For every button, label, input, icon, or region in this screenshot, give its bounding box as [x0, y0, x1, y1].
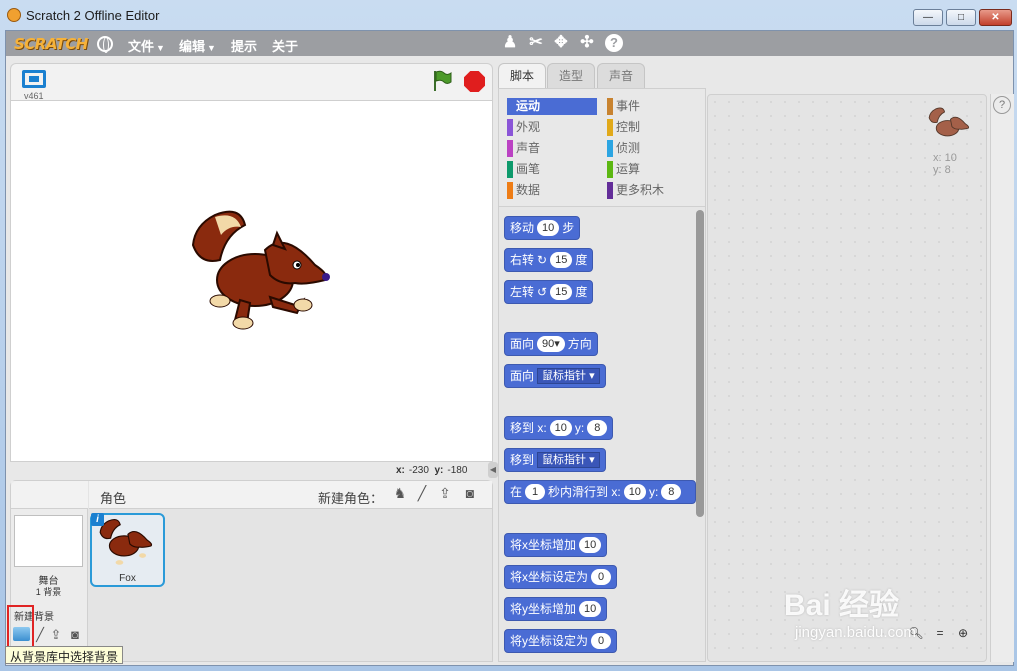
new-sprite-label: 新建角色： [318, 491, 384, 506]
sprites-header [89, 481, 492, 509]
maximize-button[interactable]: □ [946, 9, 976, 26]
fox-sprite-on-stage[interactable] [185, 205, 335, 340]
category-sensing[interactable]: 侦测 [607, 140, 697, 157]
turn-right-icon: ↻ [537, 253, 548, 267]
sprite-y-readout: y: 8 [933, 164, 951, 176]
stage-column-header [11, 481, 88, 509]
category-looks[interactable]: 外观 [507, 119, 597, 136]
block-set-y[interactable]: 将y坐标设定为 0 [504, 629, 618, 653]
menu-tips[interactable]: 提示 [231, 36, 257, 55]
category-data[interactable]: 数据 [507, 182, 597, 199]
sprite-info-icon[interactable]: i [91, 513, 104, 526]
sprites-title: 角色 [100, 491, 127, 506]
block-goto[interactable]: 移到 鼠标指针 ▾ [504, 448, 606, 472]
watermark-url: jingyan.baidu.com [795, 624, 916, 641]
paint-brush-icon[interactable]: ╱ [413, 485, 431, 503]
sprite-library-icon[interactable]: ♞ [391, 485, 409, 503]
zoom-in-icon[interactable]: ⊕ [955, 625, 971, 641]
category-motion[interactable]: 运动 [507, 98, 597, 115]
stage-header [10, 63, 493, 100]
language-globe-icon[interactable] [97, 36, 113, 53]
sprite-name: Fox [119, 573, 136, 584]
tooltip: 从背景库中选择背景 [5, 646, 124, 664]
stage-thumbnail[interactable] [14, 515, 83, 567]
fox-thumbnail [99, 519, 153, 565]
scripts-area[interactable] [707, 94, 987, 662]
scratch-cat-icon [7, 8, 21, 22]
highlight-box [7, 605, 34, 648]
block-goto-xy[interactable]: 移到 x: 10 y: 8 [504, 416, 614, 440]
category-events[interactable]: 事件 [607, 98, 697, 115]
category-operators[interactable]: 运算 [607, 161, 697, 178]
menu-file[interactable]: 文件 ▼ [128, 36, 165, 55]
block-point-direction[interactable]: 面向 90▾ 方向 [504, 332, 598, 356]
window-title: Scratch 2 Offline Editor [26, 8, 160, 23]
tab-costumes[interactable]: 造型 [547, 63, 595, 89]
paint-backdrop-icon[interactable]: ╱ [32, 627, 48, 642]
help-panel [990, 94, 1014, 662]
menu-edit[interactable]: 编辑 ▼ [179, 36, 216, 55]
watermark: Bai 经验 [784, 589, 900, 622]
help-tool-icon[interactable]: ? [605, 34, 623, 52]
tab-scripts[interactable]: 脚本 [498, 63, 546, 89]
turn-left-icon: ↺ [537, 285, 548, 299]
green-flag-icon[interactable] [432, 70, 452, 92]
tab-sounds[interactable]: 声音 [597, 63, 645, 89]
scratch-logo[interactable]: SCRATCH [14, 35, 88, 53]
category-sound[interactable]: 声音 [507, 140, 597, 157]
mouse-coords: x: -230 y: -180 [396, 465, 468, 476]
block-change-x[interactable]: 将x坐标增加 10 [504, 533, 608, 557]
camera-icon[interactable]: ◙ [461, 485, 479, 503]
cut-icon[interactable]: ✂ [527, 34, 545, 52]
upload-icon[interactable]: ⇪ [436, 485, 454, 503]
fullscreen-icon[interactable] [22, 70, 46, 88]
close-button[interactable]: ✕ [979, 9, 1012, 26]
block-turn-left[interactable]: 左转 ↺ 15 度 [504, 280, 594, 304]
upload-backdrop-icon[interactable]: ⇪ [48, 627, 64, 642]
category-more-blocks[interactable]: 更多积木 [607, 182, 697, 199]
block-glide[interactable]: 在 1 秒内滑行到 x: 10 y: 8 [504, 480, 696, 504]
minimize-button[interactable]: — [913, 9, 943, 26]
block-set-x[interactable]: 将x坐标设定为 0 [504, 565, 618, 589]
menu-about[interactable]: 关于 [272, 36, 298, 55]
block-point-towards[interactable]: 面向 鼠标指针 ▾ [504, 364, 606, 388]
category-control[interactable]: 控制 [607, 119, 697, 136]
block-move-steps[interactable]: 移动 10 步 [504, 216, 581, 240]
block-turn-right[interactable]: 右转 ↻ 15 度 [504, 248, 594, 272]
sprite-x-readout: x: 10 [933, 152, 957, 164]
current-sprite-icon [928, 107, 970, 137]
block-change-y[interactable]: 将y坐标增加 10 [504, 597, 608, 621]
zoom-reset-icon[interactable]: = [932, 625, 948, 641]
camera-backdrop-icon[interactable]: ◙ [67, 627, 83, 642]
stamp-icon[interactable]: ♟ [501, 34, 519, 52]
shrink-icon[interactable]: ✣ [578, 34, 596, 52]
help-icon[interactable]: ? [993, 96, 1011, 114]
collapse-arrow-icon[interactable]: ◀ [488, 462, 498, 478]
category-pen[interactable]: 画笔 [507, 161, 597, 178]
backdrop-count: 1 背景 [35, 587, 62, 597]
grow-icon[interactable]: ✥ [552, 34, 570, 52]
palette-scrollbar[interactable] [696, 210, 704, 517]
